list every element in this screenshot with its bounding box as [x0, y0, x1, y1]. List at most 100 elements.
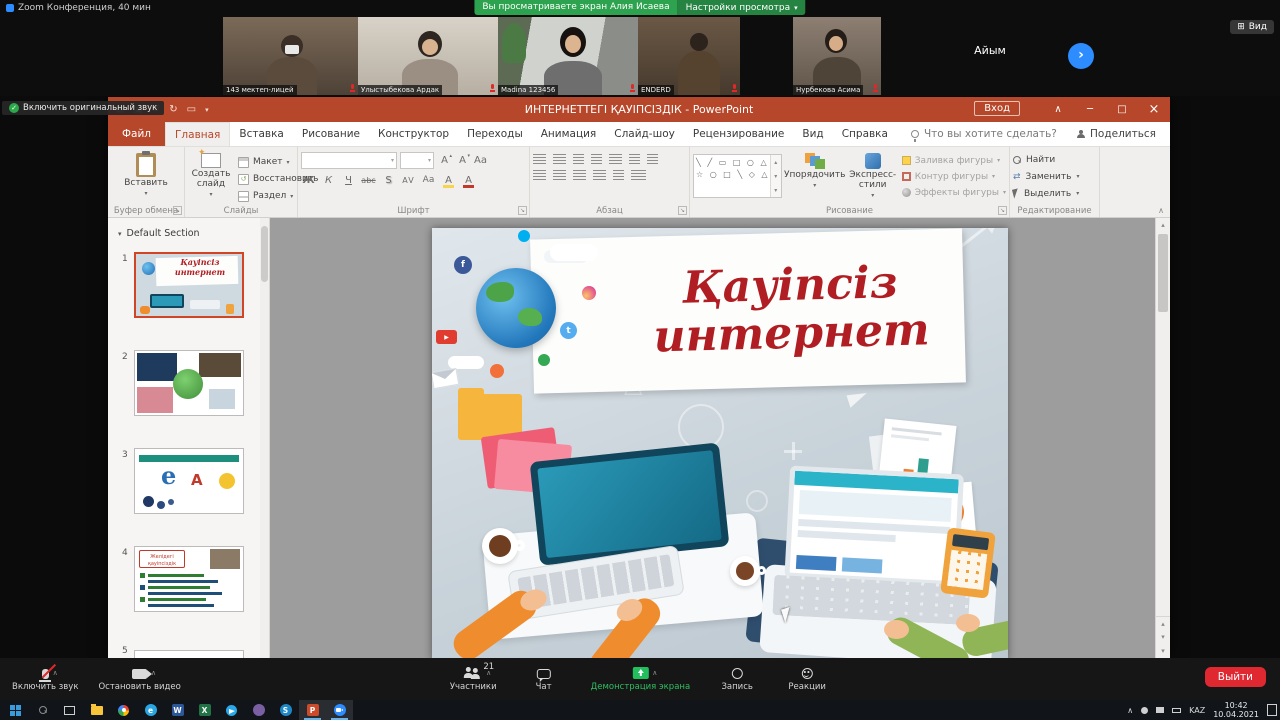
ribbon-display-icon[interactable]: ∧ [1042, 97, 1074, 122]
telegram-button[interactable] [218, 700, 245, 720]
maximize-button[interactable]: □ [1106, 97, 1138, 122]
tab-design[interactable]: Конструктор [369, 122, 458, 146]
participant-tile[interactable]: Madina 123456 [498, 17, 638, 95]
tab-file[interactable]: Файл [108, 122, 165, 146]
mute-button[interactable]: ∧ Включить звук [12, 664, 78, 692]
original-sound-button[interactable]: ✓ Включить оригинальный звук [2, 101, 164, 115]
shape-outline-button[interactable]: Контур фигуры ▾ [902, 169, 1006, 184]
select-button[interactable]: Выделить ▾ [1013, 185, 1096, 202]
participant-tile[interactable]: Улыстыбекова Ардак [358, 17, 498, 95]
collapse-ribbon-button[interactable]: ∧ [1158, 206, 1164, 215]
shrink-font-button[interactable]: А▾ [455, 153, 470, 169]
next-participants-button[interactable]: › [1068, 43, 1094, 69]
tab-insert[interactable]: Вставка [230, 122, 293, 146]
shapes-scroll[interactable]: ▴ ▾ ▾ [770, 155, 781, 197]
battery-icon[interactable] [1172, 708, 1181, 713]
clear-formatting-button[interactable]: Аа [473, 153, 488, 169]
shape-effects-button[interactable]: Эффекты фигуры ▾ [902, 185, 1006, 200]
scroll-down-button[interactable]: ▾ [1156, 644, 1170, 658]
italic-button[interactable]: К [321, 172, 336, 188]
scroll-up-button[interactable]: ▴ [1156, 218, 1170, 232]
previous-slide-button[interactable]: ▴ [1156, 616, 1170, 630]
share-screen-button[interactable]: ∧ Демонстрация экрана [591, 664, 691, 692]
tab-view[interactable]: Вид [793, 122, 832, 146]
section-header[interactable]: ▾ Default Section [108, 218, 269, 239]
stop-video-button[interactable]: ∧ Остановить видео [98, 664, 180, 692]
font-size-combo[interactable]: ▾ [400, 152, 434, 169]
align-center-button[interactable] [553, 170, 566, 180]
close-button[interactable]: × [1138, 97, 1170, 122]
slide-thumbnail-5[interactable] [134, 650, 244, 658]
slide-thumbnail-2[interactable] [134, 350, 244, 416]
drawing-dialog-launcher[interactable]: ↘ [998, 206, 1007, 215]
highlight-color-button[interactable]: А [441, 172, 456, 188]
new-slide-button[interactable]: ✦ Создать слайд ▾ [188, 150, 234, 204]
browser-button[interactable] [110, 700, 137, 720]
find-button[interactable]: Найти [1013, 151, 1096, 168]
skype-button[interactable]: S [272, 700, 299, 720]
video-options-chevron[interactable]: ∧ [151, 669, 156, 677]
change-case-button[interactable]: Aa [421, 172, 436, 188]
replace-button[interactable]: ⇄ Заменить ▾ [1013, 168, 1096, 185]
arrange-button[interactable]: Упорядочить ▾ [786, 150, 844, 204]
word-button[interactable]: W [164, 700, 191, 720]
share-chevron[interactable]: ∧ [652, 669, 657, 677]
slide-thumbnail-3[interactable]: е А [134, 448, 244, 514]
paste-button[interactable]: Вставить ▾ [124, 150, 168, 204]
tab-home[interactable]: Главная [165, 122, 230, 146]
editor-scrollbar[interactable]: ▴ ▴ ▾ ▾ [1155, 218, 1170, 658]
chat-button[interactable]: Чат [521, 664, 567, 692]
mic-options-chevron[interactable]: ∧ [53, 669, 58, 677]
viber-button[interactable] [245, 700, 272, 720]
task-view-button[interactable] [56, 700, 83, 720]
participant-tile[interactable]: ENDERD [638, 17, 740, 95]
tab-slideshow[interactable]: Слайд-шоу [605, 122, 684, 146]
shapes-gallery[interactable]: ╲ ╱ ▭ □ ○ △ ▽ ◇ ☆ ○ □ ╲ ◇ △ ▭ ○ ▴ ▾ ▾ [693, 154, 782, 198]
tell-me-box[interactable]: Что вы хотите сделать? [911, 122, 1057, 146]
font-dialog-launcher[interactable]: ↘ [518, 206, 527, 215]
scroll-down-icon[interactable]: ▾ [774, 173, 777, 180]
leave-meeting-button[interactable]: Выйти [1205, 667, 1266, 687]
shapes-row[interactable]: ╲ ╱ ▭ □ ○ △ ▽ ◇ [694, 155, 781, 167]
participant-name-only[interactable]: Айым [930, 44, 1050, 57]
smartart-convert-button[interactable] [631, 170, 646, 180]
participant-tile[interactable]: 143 мектеп-лицей [223, 17, 358, 95]
quick-styles-button[interactable]: Экспресс-стили ▾ [848, 150, 898, 204]
justify-button[interactable] [593, 170, 606, 180]
panel-scrollbar[interactable] [260, 218, 269, 658]
share-button[interactable]: Поделиться [1062, 122, 1170, 146]
bullets-button[interactable] [533, 154, 546, 164]
search-button[interactable] [29, 700, 56, 720]
view-mode-button[interactable]: ⊞ Вид [1230, 20, 1274, 34]
underline-button[interactable]: Ч [341, 172, 356, 188]
panel-scrollbar-thumb[interactable] [261, 226, 268, 282]
character-spacing-button[interactable]: AV [401, 172, 416, 188]
slideshow-icon[interactable]: ▭ [187, 104, 196, 115]
scroll-up-icon[interactable]: ▴ [774, 159, 777, 166]
tab-help[interactable]: Справка [833, 122, 897, 146]
participants-chevron[interactable]: ∧ [486, 669, 491, 677]
tab-draw[interactable]: Рисование [293, 122, 369, 146]
reactions-button[interactable]: Реакции [784, 664, 830, 692]
tray-expand-icon[interactable]: ∧ [1127, 706, 1133, 715]
tab-transitions[interactable]: Переходы [458, 122, 532, 146]
strikethrough-button[interactable]: abc [361, 172, 376, 188]
text-shadow-button[interactable]: S [381, 172, 396, 188]
edge-button[interactable]: e [137, 700, 164, 720]
numbering-button[interactable] [553, 154, 566, 164]
minimize-button[interactable]: ─ [1074, 97, 1106, 122]
language-indicator[interactable]: KAZ [1189, 706, 1205, 715]
bold-button[interactable]: Ж [301, 172, 316, 188]
align-right-button[interactable] [573, 170, 586, 180]
more-shapes-icon[interactable]: ▾ [774, 187, 777, 194]
zoom-taskbar-button[interactable] [326, 700, 353, 720]
view-options-dropdown[interactable]: Настройки просмотра ▾ [678, 0, 806, 15]
columns-button[interactable] [613, 170, 624, 180]
font-name-combo[interactable]: ▾ [301, 152, 397, 169]
excel-button[interactable]: X [191, 700, 218, 720]
start-button[interactable] [2, 700, 29, 720]
shapes-row[interactable]: ☆ ○ □ ╲ ◇ △ ▭ ○ [694, 167, 781, 179]
paragraph-dialog-launcher[interactable]: ↘ [678, 206, 687, 215]
decrease-indent-button[interactable] [573, 154, 584, 164]
redo-icon[interactable]: ↻ [169, 104, 177, 115]
